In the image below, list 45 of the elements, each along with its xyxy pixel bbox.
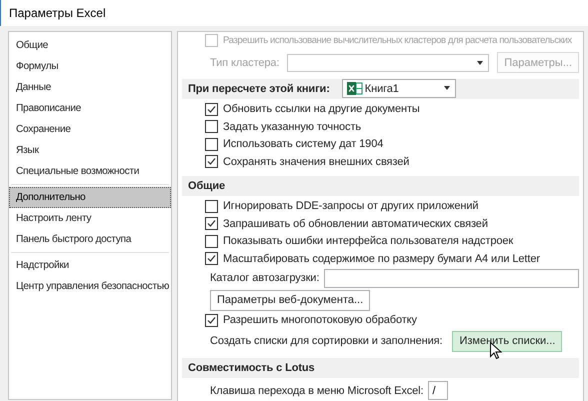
sidebar-item[interactable]: Сохранение xyxy=(9,119,171,140)
workbook-dropdown[interactable]: Книга1 xyxy=(342,79,456,98)
sidebar-item[interactable]: Настроить ленту xyxy=(9,208,171,229)
field-label: Клавиша перехода в меню Microsoft Excel: xyxy=(210,384,424,396)
checkbox[interactable] xyxy=(205,234,218,248)
checkbox[interactable] xyxy=(205,120,218,134)
checkbox[interactable] xyxy=(205,200,218,213)
checkbox-label: Показывать ошибки интерфейса пользователя надстроек xyxy=(223,235,514,248)
checkbox-label: Игнорировать DDE-запросы от других приложений xyxy=(223,200,478,212)
checkbox-label: Разрешить использование вычислительных кластеров для расчета пользовательских xyxy=(223,35,572,46)
sidebar-item[interactable]: Панель быстрого доступа xyxy=(9,229,171,250)
sidebar-item[interactable]: Специальные возможности xyxy=(9,161,171,182)
checkbox[interactable] xyxy=(205,138,218,151)
section-title: При пересчете этой книги: xyxy=(188,82,330,94)
sidebar-item[interactable]: Язык xyxy=(9,140,171,161)
spreadsheet-icon xyxy=(346,82,363,95)
checkbox[interactable] xyxy=(205,102,218,116)
sidebar-item[interactable]: Надстройки xyxy=(9,255,171,276)
sidebar-item[interactable]: Правописание xyxy=(9,98,171,119)
window-title: Параметры Excel xyxy=(9,6,106,20)
checkbox[interactable] xyxy=(205,155,218,168)
checkbox[interactable] xyxy=(205,252,218,266)
checkbox[interactable] xyxy=(205,217,218,230)
checkbox-label: Обновить ссылки на другие документы xyxy=(223,103,420,116)
checkbox-label: Разрешить многопотоковую обработку xyxy=(223,314,417,326)
section-title: Общие xyxy=(188,180,226,192)
sidebar-item[interactable]: Центр управления безопасностью xyxy=(9,276,171,297)
field-label: Каталог автозагрузки: xyxy=(210,272,320,284)
checkbox-label: Использовать систему дат 1904 xyxy=(223,138,384,150)
text-field[interactable] xyxy=(324,268,579,288)
sidebar-item[interactable]: Дополнительно xyxy=(9,187,171,208)
text-field[interactable]: / xyxy=(428,381,448,400)
sidebar-item[interactable]: Данные xyxy=(9,77,171,98)
checkbox-label: Запрашивать об обновлении автоматических связей xyxy=(223,218,488,230)
field-label: Тип кластера: xyxy=(210,56,280,68)
checkbox[interactable] xyxy=(205,314,218,327)
edit-lists-button[interactable]: Изменить списки... xyxy=(452,330,562,352)
sidebar-item[interactable]: Формулы xyxy=(9,56,171,77)
section-title: Совместимость с Lotus xyxy=(188,362,315,374)
checkbox-label: Масштабировать содержимое по размеру бумаги A4 или Letter xyxy=(223,252,540,265)
field-label: Создать списки для сортировки и заполнения: xyxy=(210,335,442,347)
checkbox-label: Задать указанную точность xyxy=(223,120,362,133)
web-options-button[interactable]: Параметры веб-документа... xyxy=(210,290,370,310)
sidebar-item[interactable]: Общие xyxy=(9,35,171,56)
checkbox-label: Сохранять значения внешних связей xyxy=(223,156,410,168)
